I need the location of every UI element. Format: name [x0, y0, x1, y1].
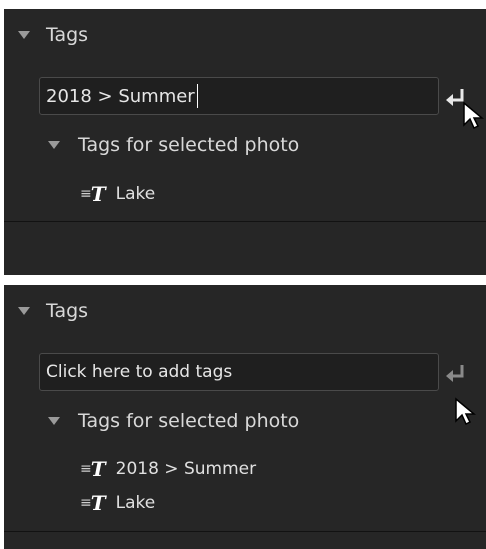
tags-section-header[interactable]: Tags: [18, 20, 88, 50]
divider: [4, 531, 486, 532]
tags-header-label: Tags: [46, 24, 89, 46]
tag-input-value: 2018 > Summer: [46, 85, 195, 107]
mouse-cursor-icon: [463, 101, 484, 130]
tag-label: 2018 > Summer: [115, 459, 257, 479]
selected-photo-tags-label: Tags for selected photo: [78, 410, 300, 432]
tag-input-field[interactable]: Click here to add tags: [39, 353, 439, 391]
tag-icon: ≡ T: [80, 182, 106, 206]
tag-input-field[interactable]: 2018 > Summer: [39, 77, 439, 115]
tags-panel-after: Tags Click here to add tags Tags for sel…: [4, 285, 486, 549]
tag-item[interactable]: ≡ T Lake: [80, 489, 155, 517]
text-caret: [196, 84, 198, 108]
selected-photo-tags-label: Tags for selected photo: [78, 134, 300, 156]
selected-photo-tags-header[interactable]: Tags for selected photo: [48, 130, 299, 160]
triangle-down-icon: [48, 417, 60, 425]
tags-section-header[interactable]: Tags: [18, 296, 88, 326]
tag-item[interactable]: ≡ T 2018 > Summer: [80, 455, 256, 483]
tag-item[interactable]: ≡ T Lake: [80, 180, 155, 208]
tag-icon: ≡ T: [80, 491, 106, 515]
tag-input-placeholder: Click here to add tags: [46, 362, 233, 382]
triangle-down-icon: [18, 307, 30, 315]
mouse-cursor-icon: [455, 397, 476, 426]
tag-icon: ≡ T: [80, 457, 106, 481]
enter-icon[interactable]: [444, 361, 470, 387]
tags-panel-before: Tags 2018 > Summer Tags for selected pho…: [4, 9, 486, 275]
divider: [4, 221, 486, 222]
selected-photo-tags-header[interactable]: Tags for selected photo: [48, 406, 299, 436]
triangle-down-icon: [18, 31, 30, 39]
tag-label: Lake: [115, 184, 156, 204]
tags-header-label: Tags: [46, 300, 89, 322]
tag-label: Lake: [115, 493, 156, 513]
triangle-down-icon: [48, 141, 60, 149]
